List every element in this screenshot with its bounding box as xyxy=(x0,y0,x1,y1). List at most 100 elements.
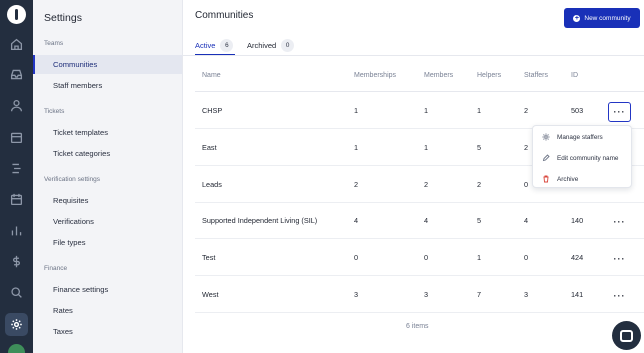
new-community-button[interactable]: + New community xyxy=(564,8,640,28)
row-staffers: 2 xyxy=(524,143,529,152)
row-actions-button[interactable]: ··· xyxy=(608,102,631,122)
row-actions-button[interactable]: ··· xyxy=(608,212,631,232)
new-community-label: New community xyxy=(584,14,631,22)
table-header: Name Memberships Members Helpers Staffer… xyxy=(183,72,644,86)
row-helpers: 7 xyxy=(477,290,482,299)
flow-icon[interactable] xyxy=(8,160,25,177)
row-name: Test xyxy=(202,253,216,262)
avatar[interactable] xyxy=(8,344,25,353)
chart-icon[interactable] xyxy=(8,222,25,239)
menu-item-label: Edit community name xyxy=(557,154,619,162)
row-helpers: 5 xyxy=(477,143,482,152)
menu-item-edit-community-name[interactable]: Edit community name xyxy=(533,148,631,168)
row-actions-menu: Manage staffers Edit community name Arch… xyxy=(532,125,632,188)
icon-rail xyxy=(0,0,33,353)
row-memberships: 4 xyxy=(354,216,359,225)
tab-active-label: Active xyxy=(195,40,216,50)
row-actions-button[interactable]: ··· xyxy=(608,286,631,306)
row-name: Leads xyxy=(202,180,222,189)
menu-item-manage-staffers[interactable]: Manage staffers xyxy=(533,127,631,147)
column-header-staffers[interactable]: Staffers xyxy=(524,72,548,79)
inbox-icon[interactable] xyxy=(8,66,25,83)
column-header-name[interactable]: Name xyxy=(202,72,221,79)
row-helpers: 5 xyxy=(477,216,482,225)
sidebar-title: Settings xyxy=(44,12,82,24)
tab-archived[interactable]: Archived 0 xyxy=(247,34,309,56)
column-header-members[interactable]: Members xyxy=(424,72,453,79)
sidebar-item-rates[interactable]: Rates xyxy=(33,301,182,320)
plus-icon: + xyxy=(573,14,581,22)
sidebar-item-requisites[interactable]: Requisites xyxy=(33,191,182,210)
sidebar-section-tickets: Tickets xyxy=(44,108,65,115)
tab-active[interactable]: Active 6 xyxy=(195,34,235,56)
store-icon[interactable] xyxy=(8,129,25,146)
row-helpers: 1 xyxy=(477,106,482,115)
app-logo-icon[interactable] xyxy=(7,5,26,24)
sidebar-section-verification: Verification settings xyxy=(44,176,101,183)
row-name: CHSP xyxy=(202,106,223,115)
row-staffers: 2 xyxy=(524,106,529,115)
sidebar-item-taxes[interactable]: Taxes xyxy=(33,322,182,341)
menu-item-archive[interactable]: Archive xyxy=(533,169,631,189)
sidebar-item-verifications[interactable]: Verifications xyxy=(33,212,182,231)
row-members: 1 xyxy=(424,106,429,115)
row-divider xyxy=(195,312,644,313)
search-icon[interactable] xyxy=(8,284,25,301)
tab-active-count: 6 xyxy=(220,38,234,52)
row-memberships: 2 xyxy=(354,180,359,189)
table-row[interactable]: West 3 3 7 3 141 ··· xyxy=(183,276,644,313)
gear-icon xyxy=(542,133,550,141)
row-members: 0 xyxy=(424,253,429,262)
sidebar-item-communities[interactable]: Communities xyxy=(33,55,182,74)
row-members: 3 xyxy=(424,290,429,299)
column-header-helpers[interactable]: Helpers xyxy=(477,72,501,79)
row-name: West xyxy=(202,290,219,299)
column-header-memberships[interactable]: Memberships xyxy=(354,72,396,79)
row-id: 424 xyxy=(571,253,584,262)
chat-icon xyxy=(620,329,633,342)
row-id: 503 xyxy=(571,106,584,115)
settings-sidebar: Settings Teams Communities Staff members… xyxy=(33,0,183,353)
chat-launcher-button[interactable] xyxy=(612,321,641,350)
row-staffers: 0 xyxy=(524,180,529,189)
sidebar-item-ticket-templates[interactable]: Ticket templates xyxy=(33,123,182,142)
row-memberships: 1 xyxy=(354,106,359,115)
tab-archived-label: Archived xyxy=(247,40,277,50)
table-row[interactable]: Supported Independent Living (SIL) 4 4 5… xyxy=(183,202,644,239)
row-memberships: 3 xyxy=(354,290,359,299)
menu-item-label: Archive xyxy=(557,175,579,183)
items-count: 6 items xyxy=(406,323,429,330)
table-row[interactable]: CHSP 1 1 1 2 503 ··· xyxy=(183,92,644,129)
sidebar-item-staff-members[interactable]: Staff members xyxy=(33,76,182,95)
row-id: 141 xyxy=(571,290,584,299)
row-id: 140 xyxy=(571,216,584,225)
row-members: 2 xyxy=(424,180,429,189)
dollar-icon[interactable] xyxy=(8,253,25,270)
tab-archived-count: 0 xyxy=(281,38,295,52)
row-staffers: 3 xyxy=(524,290,529,299)
tab-divider xyxy=(183,55,644,56)
sidebar-section-finance: Finance xyxy=(44,265,68,272)
table-row[interactable]: Test 0 0 1 0 424 ··· xyxy=(183,239,644,276)
column-header-id[interactable]: ID xyxy=(571,72,578,79)
row-memberships: 0 xyxy=(354,253,359,262)
trash-icon xyxy=(542,175,550,183)
row-actions-button[interactable]: ··· xyxy=(608,249,631,269)
gear-icon[interactable] xyxy=(5,313,28,336)
user-icon[interactable] xyxy=(8,97,25,114)
calendar-icon[interactable] xyxy=(8,191,25,208)
row-members: 1 xyxy=(424,143,429,152)
row-name: Supported Independent Living (SIL) xyxy=(202,216,318,225)
row-staffers: 4 xyxy=(524,216,529,225)
page-title: Communities xyxy=(195,10,254,21)
row-staffers: 0 xyxy=(524,253,529,262)
row-helpers: 1 xyxy=(477,253,482,262)
sidebar-item-file-types[interactable]: File types xyxy=(33,233,182,252)
sidebar-item-ticket-categories[interactable]: Ticket categories xyxy=(33,144,182,163)
home-icon[interactable] xyxy=(8,36,25,53)
row-name: East xyxy=(202,143,217,152)
sidebar-item-finance-settings[interactable]: Finance settings xyxy=(33,280,182,299)
pencil-icon xyxy=(542,154,550,162)
menu-item-label: Manage staffers xyxy=(557,133,603,141)
row-members: 4 xyxy=(424,216,429,225)
